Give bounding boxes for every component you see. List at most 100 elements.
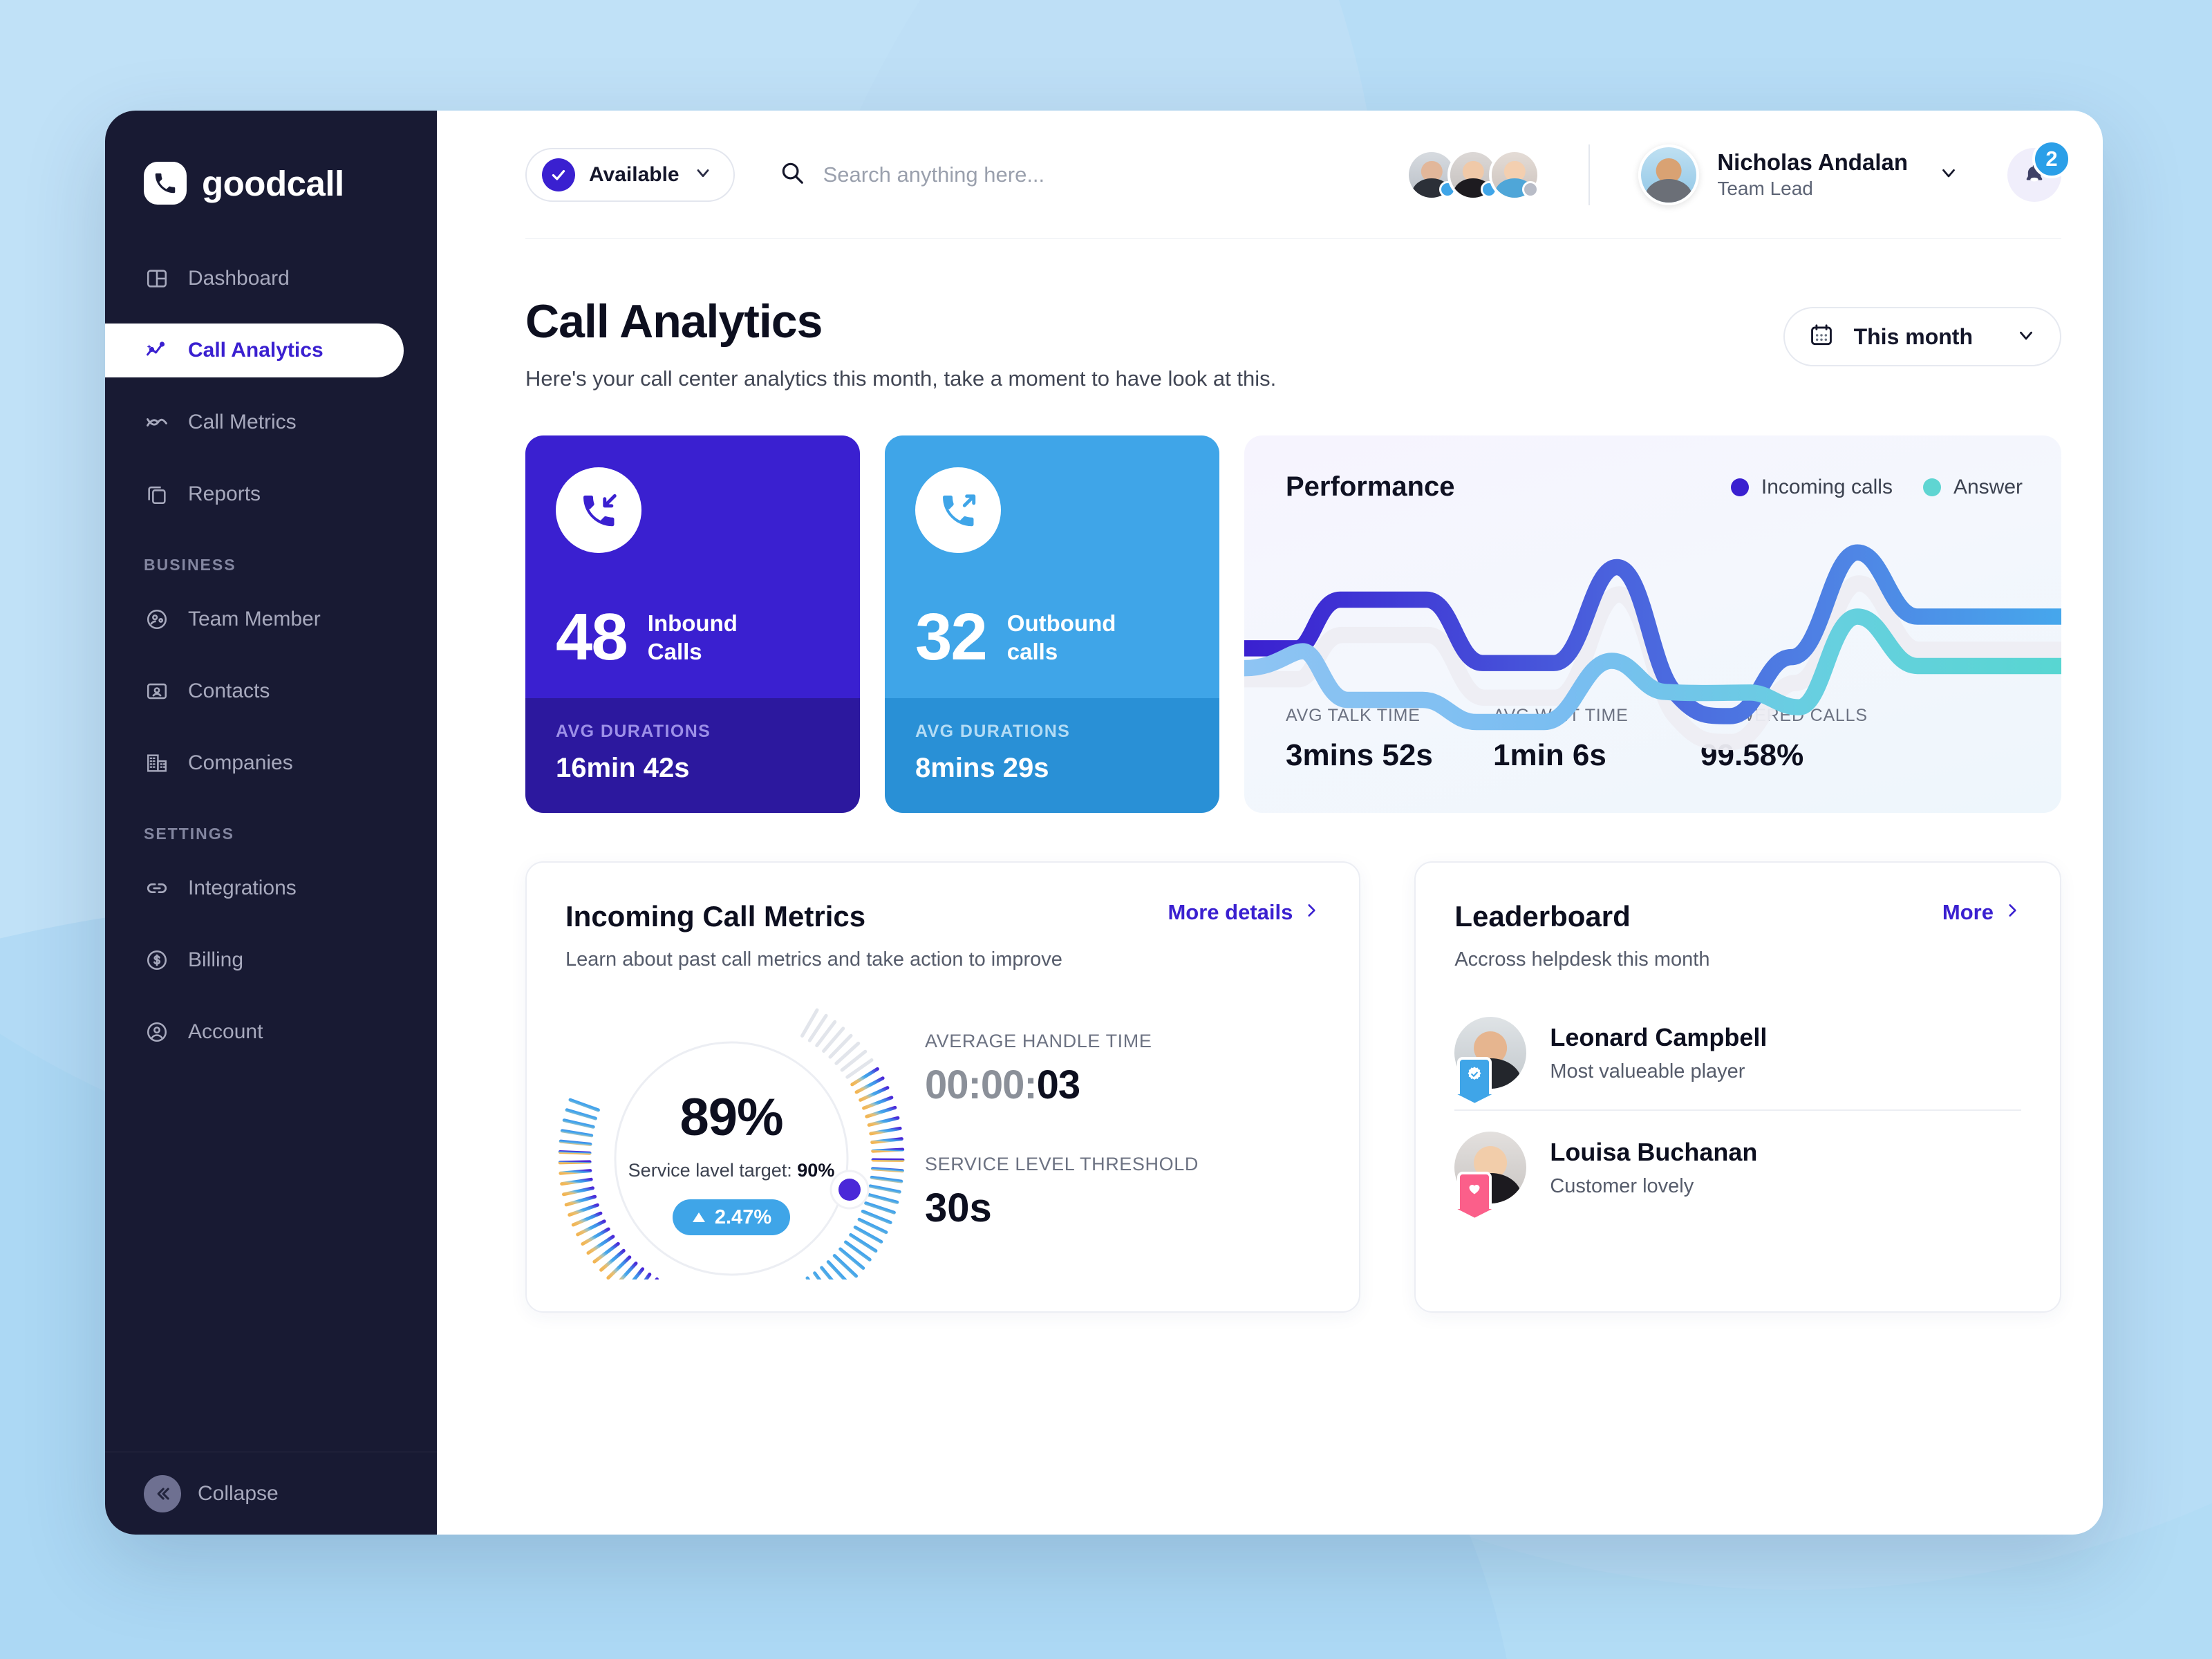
list-item[interactable]: Leonard Campbell Most valueable player xyxy=(1454,996,2021,1109)
incoming-metrics-stats: AVERAGE HANDLE TIME 00:00:03 SERVICE LEV… xyxy=(925,989,1199,1231)
kpi-row: 48 Inbound Calls AVG DURATIONS 16min 42s xyxy=(525,435,2061,813)
sidebar-item-label: Call Analytics xyxy=(188,339,324,362)
leaderboard-person-role: Customer lovely xyxy=(1550,1174,1694,1197)
panel-subtitle: Learn about past call metrics and take a… xyxy=(565,948,1062,971)
incoming-call-metrics-panel: Incoming Call Metrics Learn about past c… xyxy=(525,861,1361,1332)
gauge-delta-badge: 2.47% xyxy=(673,1199,790,1235)
dollar-coin-icon xyxy=(144,947,170,973)
leaderboard-list: Leonard Campbell Most valueable player L… xyxy=(1416,971,2060,1224)
sidebar-item-account[interactable]: Account xyxy=(105,1005,437,1059)
page-header: Call Analytics Here's your call center a… xyxy=(525,294,2061,391)
gauge-target-value: 90% xyxy=(797,1160,835,1181)
sidebar-item-label: Contacts xyxy=(188,679,270,702)
availability-status-label: Available xyxy=(589,162,679,186)
more-link[interactable]: More xyxy=(1942,900,2021,925)
kpi-footer-value: 16min 42s xyxy=(556,753,690,783)
user-role: Team Lead xyxy=(1717,177,1813,199)
legend-item-answer: Answer xyxy=(1922,475,2023,499)
kpi-footer-label: AVG DURATIONS xyxy=(915,722,1071,741)
layout-dashboard-icon xyxy=(144,265,170,292)
sidebar-item-label: Integrations xyxy=(188,877,297,899)
legend-item-incoming-calls: Incoming calls xyxy=(1730,476,1893,499)
sidebar-item-billing[interactable]: Billing xyxy=(105,933,437,987)
availability-status-dropdown[interactable]: Available xyxy=(525,147,735,202)
performance-legend: Incoming calls Answer xyxy=(1730,475,2023,499)
sidebar-item-call-metrics[interactable]: Call Metrics xyxy=(105,395,437,449)
sidebar-item-companies[interactable]: Companies xyxy=(105,736,437,790)
users-group-icon xyxy=(144,606,170,632)
stat-value-bright: 03 xyxy=(1036,1062,1081,1107)
call-outgoing-icon xyxy=(915,467,1001,553)
sidebar-item-contacts[interactable]: Contacts xyxy=(105,664,437,718)
search-icon xyxy=(779,160,805,189)
analytics-sparkle-icon xyxy=(144,337,170,364)
collapse-sidebar-button[interactable]: Collapse xyxy=(105,1452,437,1535)
chevron-right-icon xyxy=(2003,900,2021,925)
kpi-caption: Outbound calls xyxy=(1007,609,1116,666)
more-details-label: More details xyxy=(1168,900,1293,924)
avatar xyxy=(1454,1017,1527,1098)
link-chain-icon xyxy=(144,875,170,901)
panel-subtitle: Accross helpdesk this month xyxy=(1454,948,1710,971)
kpi-caption-line2: Calls xyxy=(647,639,702,664)
copy-document-icon xyxy=(144,481,170,507)
stat-service-level-threshold: SERVICE LEVEL THRESHOLD 30s xyxy=(925,1154,1199,1231)
kpi-card-outbound[interactable]: 32 Outbound calls AVG DURATIONS 8mins 29… xyxy=(885,435,1219,813)
legend-color-swatch xyxy=(1922,478,1941,496)
stat-label: SERVICE LEVEL THRESHOLD xyxy=(925,1154,1199,1174)
team-avatar-stack[interactable] xyxy=(1406,149,1541,200)
legend-label: Answer xyxy=(1953,475,2023,498)
team-avatar-3[interactable] xyxy=(1489,149,1541,200)
period-selector[interactable]: This month xyxy=(1783,307,2061,366)
gauge-delta-label: 2.47% xyxy=(714,1206,772,1228)
kpi-caption-line1: Outbound xyxy=(1006,610,1116,636)
sidebar-item-reports[interactable]: Reports xyxy=(105,467,437,521)
bottom-row: Incoming Call Metrics Learn about past c… xyxy=(525,861,2061,1332)
sidebar-section-business: BUSINESS xyxy=(144,556,236,574)
kpi-caption-line2: calls xyxy=(1006,639,1058,664)
stat-value-dim: 00:00: xyxy=(925,1062,1038,1107)
collapse-label: Collapse xyxy=(198,1481,279,1505)
stat-value: 30s xyxy=(925,1185,992,1230)
triangle-up-icon xyxy=(691,1206,706,1229)
legend-color-swatch xyxy=(1730,478,1749,496)
sidebar-item-team-member[interactable]: Team Member xyxy=(105,592,437,646)
performance-title: Performance xyxy=(1286,471,1455,502)
avatar xyxy=(1454,1132,1527,1213)
gauge-percent: 89% xyxy=(679,1088,783,1147)
search-input[interactable] xyxy=(823,162,1382,187)
calendar-icon xyxy=(1808,322,1835,352)
app-window: goodcall Dashboard Call Analytics Call M… xyxy=(105,111,2103,1535)
leaderboard-person-name: Louisa Buchanan xyxy=(1550,1137,1758,1166)
service-level-gauge: 89% Service lavel target: 90% 2.47% xyxy=(552,989,911,1332)
notifications[interactable]: 2 xyxy=(2007,139,2071,202)
brand-logo[interactable]: goodcall xyxy=(105,152,437,214)
kpi-footer-value: 8mins 29s xyxy=(915,753,1049,783)
sidebar-item-label: Team Member xyxy=(188,608,321,630)
sidebar: goodcall Dashboard Call Analytics Call M… xyxy=(105,111,437,1535)
more-details-link[interactable]: More details xyxy=(1168,900,1320,925)
list-item[interactable]: Louisa Buchanan Customer lovely xyxy=(1454,1109,2021,1224)
chevron-right-icon xyxy=(1302,900,1320,925)
page-title: Call Analytics xyxy=(525,295,823,348)
avatar xyxy=(1638,144,1700,205)
sidebar-item-call-analytics[interactable]: Call Analytics xyxy=(105,324,404,377)
kpi-value: 32 xyxy=(915,600,988,674)
sidebar-section-settings: SETTINGS xyxy=(144,825,235,843)
performance-line-chart xyxy=(1244,539,2061,760)
search-bar[interactable] xyxy=(779,160,1382,189)
sidebar-item-dashboard[interactable]: Dashboard xyxy=(105,252,437,306)
sidebar-nav: Dashboard Call Analytics Call Metrics Re… xyxy=(105,252,437,1077)
notification-count-badge: 2 xyxy=(2032,139,2071,178)
kpi-footer-label: AVG DURATIONS xyxy=(556,722,711,741)
contact-card-icon xyxy=(144,678,170,704)
gauge-target-text: Service lavel target: 90% xyxy=(552,1160,911,1181)
kpi-card-inbound[interactable]: 48 Inbound Calls AVG DURATIONS 16min 42s xyxy=(525,435,860,813)
user-profile-menu[interactable]: Nicholas Andalan Team Lead xyxy=(1638,144,1959,205)
leaderboard-person-role: Most valueable player xyxy=(1550,1060,1745,1082)
leaderboard-person-name: Leonard Campbell xyxy=(1550,1022,1768,1051)
sidebar-item-integrations[interactable]: Integrations xyxy=(105,861,437,915)
chevron-down-icon xyxy=(693,163,713,186)
gauge-target-prefix: Service lavel target: xyxy=(628,1160,798,1181)
panel-title: Incoming Call Metrics xyxy=(565,900,866,932)
